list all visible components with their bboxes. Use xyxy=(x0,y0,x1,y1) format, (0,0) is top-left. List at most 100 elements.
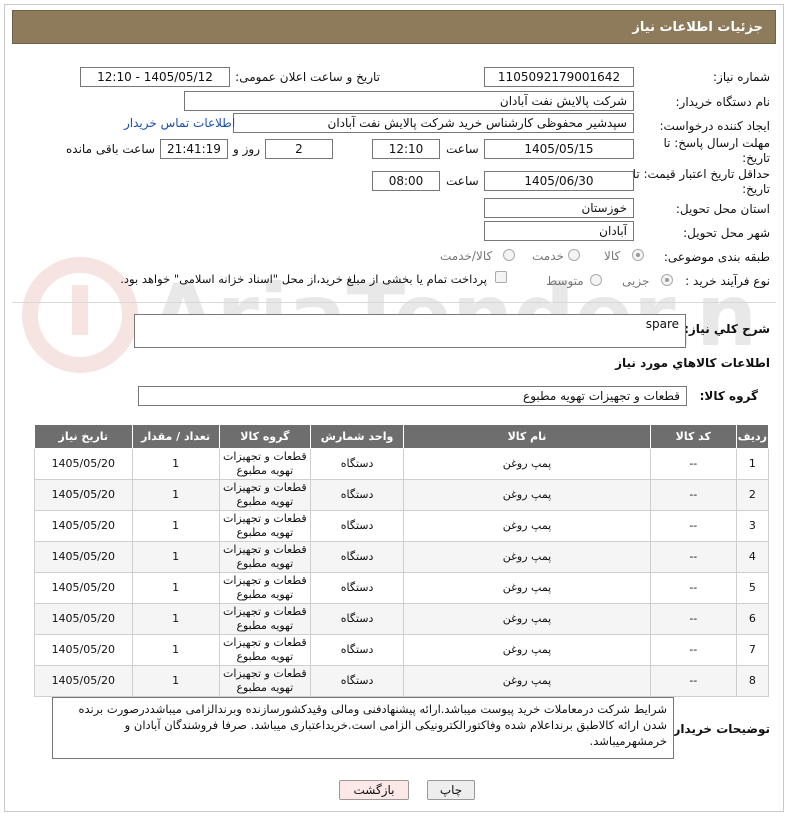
goods-group-field: قطعات و تجهیزات تهویه مطبوع xyxy=(138,386,687,406)
province-label: استان محل تحویل: xyxy=(675,202,770,216)
cell-item-code: -- xyxy=(649,541,737,573)
cell-item-code: -- xyxy=(649,510,737,542)
process-option-minor: جزیی xyxy=(622,274,650,288)
cell-unit: دستگاه xyxy=(309,665,405,697)
buyer-org-label: نام دستگاه خریدار: xyxy=(675,95,771,109)
requester-label: ایجاد کننده درخواست: xyxy=(659,119,770,133)
table-row: 3 -- پمپ روغن دستگاه قطعات و تجهیزات تهویه م… xyxy=(34,510,770,542)
buyer-notes-text: شرایط شرکت درمعاملات خرید پیوست میباشد.ا… xyxy=(78,702,667,748)
reply-date-field: 1405/05/15 xyxy=(484,139,634,159)
cell-row-number: 5 xyxy=(735,572,770,604)
cell-quantity: 1 xyxy=(131,603,220,635)
category-label: طبقه بندی موضوعی: xyxy=(663,250,770,264)
buyer-contact-link[interactable]: اطلاعات تماس خریدار xyxy=(124,116,235,130)
category-radio-goods-service[interactable] xyxy=(503,249,515,261)
table-row: 8 -- پمپ روغن دستگاه قطعات و تجهیزات تهویه م… xyxy=(34,665,770,697)
goods-group-label: گروه کالا: xyxy=(699,389,758,403)
cell-unit: دستگاه xyxy=(309,634,405,666)
announce-datetime-field: 1405/05/12 - 12:10 xyxy=(80,67,230,87)
buyer-notes-field: شرایط شرکت درمعاملات خرید پیوست میباشد.ا… xyxy=(52,697,674,759)
category-radio-service[interactable] xyxy=(568,249,580,261)
cell-item-code: -- xyxy=(649,448,737,480)
goods-info-title: اطلاعات كالاهاي مورد نياز xyxy=(615,356,770,370)
remaining-label: ساعت باقی مانده xyxy=(66,142,156,156)
cell-item-group: قطعات و تجهیزات تهویه مطبوع xyxy=(218,541,311,573)
cell-need-date: 1405/05/20 xyxy=(34,572,133,604)
cell-quantity: 1 xyxy=(131,479,220,511)
cell-item-group: قطعات و تجهیزات تهویه مطبوع xyxy=(218,479,311,511)
need-number-label: شماره نیاز: xyxy=(713,70,770,84)
price-date-field: 1405/06/30 xyxy=(484,171,634,191)
cell-row-number: 8 xyxy=(735,665,770,697)
cell-item-name: پمپ روغن xyxy=(403,448,651,480)
cell-row-number: 7 xyxy=(735,634,770,666)
cell-item-code: -- xyxy=(649,479,737,511)
province-field: خوزستان xyxy=(484,198,634,218)
cell-quantity: 1 xyxy=(131,572,220,604)
category-radio-goods[interactable] xyxy=(632,249,644,261)
cell-item-code: -- xyxy=(649,603,737,635)
cell-item-name: پمپ روغن xyxy=(403,541,651,573)
cell-need-date: 1405/05/20 xyxy=(34,448,133,480)
cell-row-number: 6 xyxy=(735,603,770,635)
price-time-label: ساعت xyxy=(446,174,479,188)
need-summary-text: spare xyxy=(645,317,679,331)
price-validity-label: حداقل تاریخ اعتبار قیمت: تا تاریخ: xyxy=(632,167,770,196)
need-summary-field: spare xyxy=(134,314,686,348)
cell-quantity: 1 xyxy=(131,634,220,666)
table-row: 5 -- پمپ روغن دستگاه قطعات و تجهیزات تهویه م… xyxy=(34,572,770,604)
cell-item-code: -- xyxy=(649,665,737,697)
cell-need-date: 1405/05/20 xyxy=(34,541,133,573)
cell-need-date: 1405/05/20 xyxy=(34,479,133,511)
process-radio-minor[interactable] xyxy=(661,274,673,286)
category-option-goods: کالا xyxy=(604,249,621,263)
category-option-service: خدمت xyxy=(532,249,564,263)
cell-item-name: پمپ روغن xyxy=(403,634,651,666)
col-row-header: ردیف xyxy=(735,424,770,449)
price-time-field: 08:00 xyxy=(372,171,440,191)
cell-quantity: 1 xyxy=(131,448,220,480)
process-radio-medium[interactable] xyxy=(590,274,602,286)
table-row: 1 -- پمپ روغن دستگاه قطعات و تجهیزات تهویه م… xyxy=(34,448,770,480)
col-unit-header: واحد شمارش xyxy=(309,424,405,449)
table-row: 7 -- پمپ روغن دستگاه قطعات و تجهیزات تهویه م… xyxy=(34,634,770,666)
cell-item-group: قطعات و تجهیزات تهویه مطبوع xyxy=(218,634,311,666)
cell-item-code: -- xyxy=(649,634,737,666)
items-table: ردیف کد کالا نام کالا واحد شمارش گروه کا… xyxy=(34,424,770,697)
cell-need-date: 1405/05/20 xyxy=(34,603,133,635)
cell-row-number: 1 xyxy=(735,448,770,480)
cell-item-name: پمپ روغن xyxy=(403,479,651,511)
cell-unit: دستگاه xyxy=(309,572,405,604)
col-name-header: نام کالا xyxy=(403,424,651,449)
table-row: 6 -- پمپ روغن دستگاه قطعات و تجهیزات تهویه م… xyxy=(34,603,770,635)
cell-item-name: پمپ روغن xyxy=(403,665,651,697)
process-option-medium: متوسط xyxy=(546,274,584,288)
cell-item-group: قطعات و تجهیزات تهویه مطبوع xyxy=(218,510,311,542)
cell-item-group: قطعات و تجهیزات تهویه مطبوع xyxy=(218,665,311,697)
buyer-org-field: شرکت پالایش نفت آبادان xyxy=(184,91,634,111)
cell-item-group: قطعات و تجهیزات تهویه مطبوع xyxy=(218,572,311,604)
cell-row-number: 4 xyxy=(735,541,770,573)
need-number-field: 1105092179001642 xyxy=(484,67,634,87)
cell-need-date: 1405/05/20 xyxy=(34,665,133,697)
reply-time-field: 12:10 xyxy=(372,139,440,159)
days-label: روز و xyxy=(233,142,260,156)
col-code-header: کد کالا xyxy=(649,424,737,449)
cell-item-group: قطعات و تجهیزات تهویه مطبوع xyxy=(218,448,311,480)
col-group-header: گروه کالا xyxy=(218,424,311,449)
print-button[interactable]: چاپ xyxy=(427,780,475,800)
announce-datetime-label: تاریخ و ساعت اعلان عمومی: xyxy=(235,70,380,84)
requester-field: سپدشیر محفوظی کارشناس خرید شرکت پالایش ن… xyxy=(233,113,634,133)
reply-days-field: 2 xyxy=(265,139,333,159)
cell-row-number: 2 xyxy=(735,479,770,511)
cell-unit: دستگاه xyxy=(309,541,405,573)
cell-quantity: 1 xyxy=(131,510,220,542)
back-button[interactable]: بازگشت xyxy=(339,780,409,800)
cell-quantity: 1 xyxy=(131,665,220,697)
treasury-checkbox[interactable] xyxy=(495,271,507,283)
need-summary-label: شرح كلي نياز: xyxy=(684,322,770,336)
cell-unit: دستگاه xyxy=(309,448,405,480)
cell-item-group: قطعات و تجهیزات تهویه مطبوع xyxy=(218,603,311,635)
cell-item-name: پمپ روغن xyxy=(403,572,651,604)
cell-unit: دستگاه xyxy=(309,479,405,511)
